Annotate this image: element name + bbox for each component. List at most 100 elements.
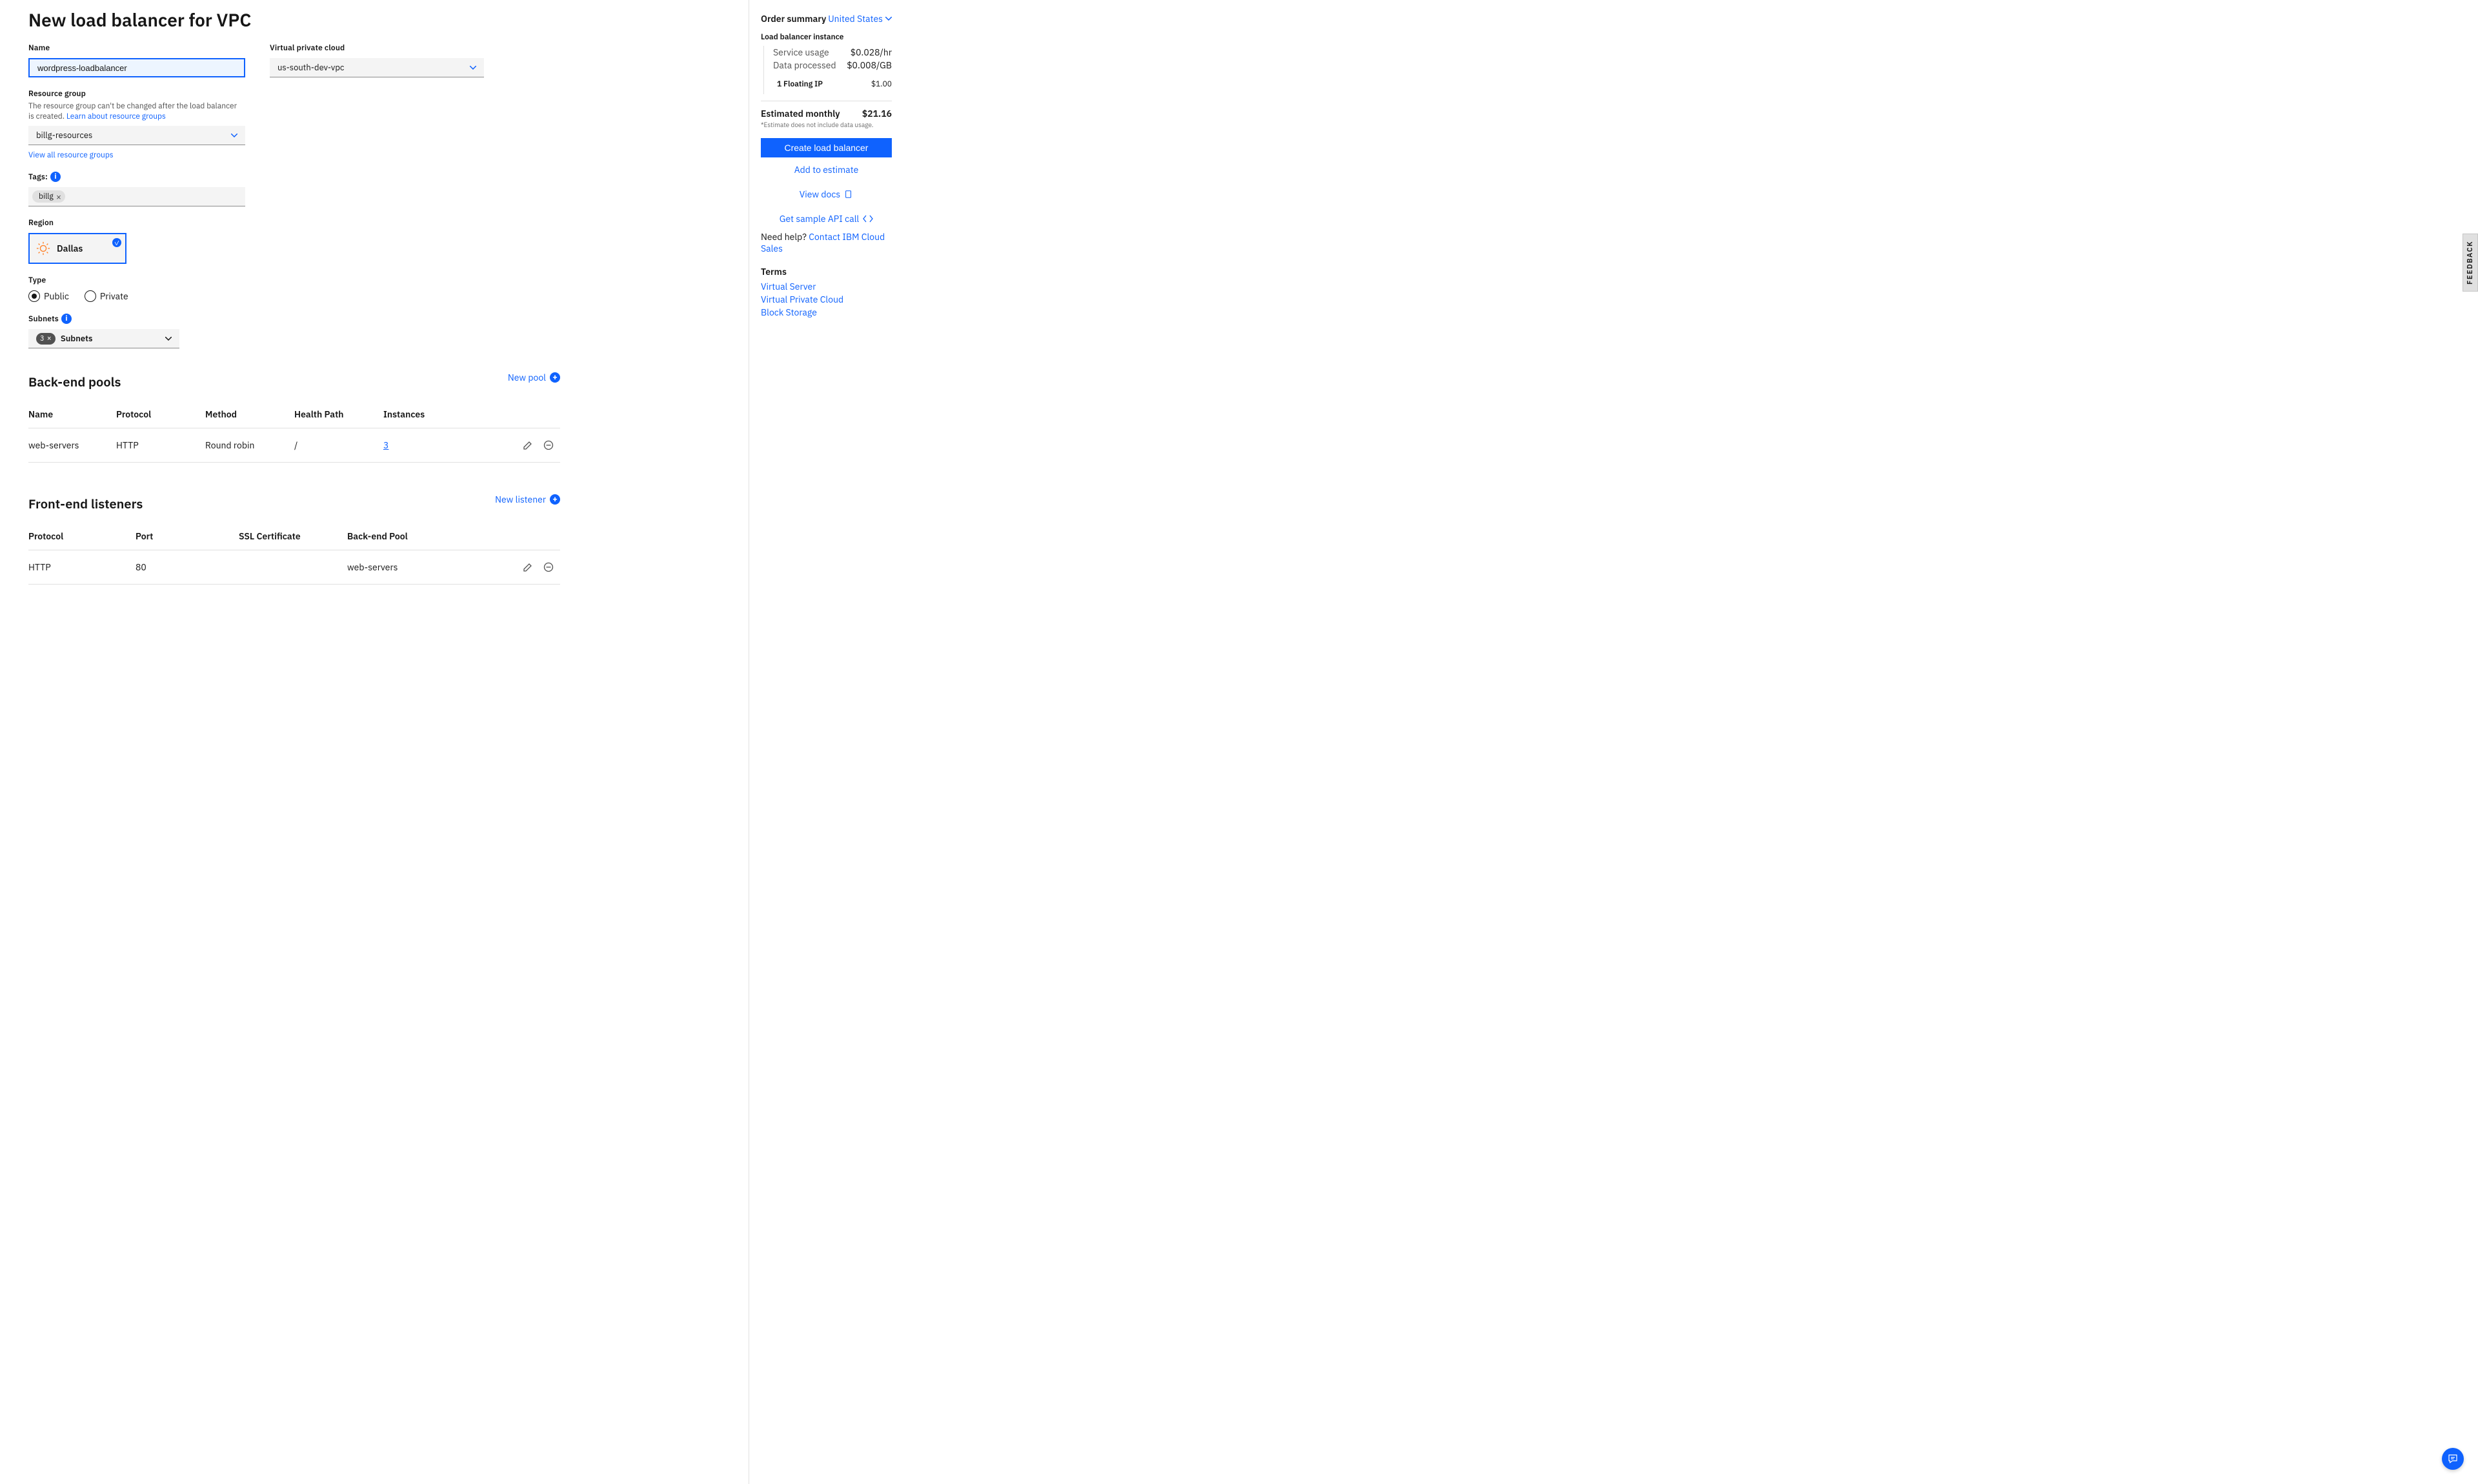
backend-title: Back-end pools [28,373,121,390]
plus-icon: + [550,372,560,383]
chat-icon [2447,1453,2459,1465]
cell-health: / [294,428,383,463]
create-button[interactable]: Create load balancer [761,138,892,157]
col-port: Port [136,523,239,550]
tags-label: Tags: [28,172,48,182]
code-icon [863,215,873,223]
frontend-table: Protocol Port SSL Certificate Back-end P… [28,523,560,585]
vpc-label: Virtual private cloud [270,43,484,53]
info-icon[interactable]: i [50,172,61,182]
fip-value: $1.00 [871,79,892,89]
frontend-title: Front-end listeners [28,495,143,512]
type-private-label: Private [100,290,128,302]
terms-link-block[interactable]: Block Storage [761,306,892,319]
region-value: Dallas [57,243,83,254]
fip-label: 1 Floating IP [777,79,823,89]
subnets-label: Subnets [28,314,59,324]
page-title: New load balancer for VPC [28,8,720,32]
info-icon[interactable]: i [61,314,72,324]
cell-protocol: HTTP [28,550,136,585]
summary-region-value: United States [828,13,883,25]
data-label: Data processed [764,59,836,71]
cell-protocol: HTTP [116,428,205,463]
edit-icon[interactable] [521,561,534,574]
est-value: $21.16 [862,108,892,119]
summary-region-select[interactable]: United States [828,13,892,25]
name-input[interactable] [28,58,245,77]
rg-learn-link[interactable]: Learn about resource groups [66,112,166,121]
summary-instance-h: Load balancer instance [761,32,892,42]
plus-icon: + [550,494,560,505]
subnets-count: 3 [40,334,45,343]
remove-icon[interactable] [542,439,555,452]
vpc-select[interactable]: us-south-dev-vpc [270,58,484,77]
type-label: Type [28,276,720,285]
chat-fab[interactable] [2442,1448,2464,1470]
subnets-select[interactable]: 3 × Subnets [28,329,179,348]
rg-viewall-link[interactable]: View all resource groups [28,150,245,160]
est-label: Estimated monthly [761,108,840,119]
region-tile-dallas[interactable]: ✓ Dallas [28,233,126,264]
col-protocol: Protocol [28,523,136,550]
new-pool-button[interactable]: New pool + [508,372,560,383]
col-protocol: Protocol [116,401,205,428]
rg-value: billg-resources [36,130,92,141]
document-icon [844,190,853,199]
est-note: *Estimate does not include data usage. [761,121,892,129]
col-pool: Back-end Pool [347,523,493,550]
terms-link-vpc[interactable]: Virtual Private Cloud [761,293,892,306]
sample-api-label: Get sample API call [780,213,860,225]
type-radio-public[interactable]: Public [28,290,69,302]
cell-ssl [239,550,347,585]
chevron-down-icon [470,66,476,70]
vpc-value: us-south-dev-vpc [277,62,344,73]
cell-name: web-servers [28,428,116,463]
cell-method: Round robin [205,428,294,463]
cell-port: 80 [136,550,239,585]
sample-api-link[interactable]: Get sample API call [761,206,892,231]
usage-label: Service usage [764,46,829,58]
name-label: Name [28,43,245,53]
summary-title: Order summary [761,13,826,25]
usage-value: $0.028/hr [851,46,892,58]
order-summary-panel: Order summary United States Load balance… [749,0,903,1484]
terms-heading: Terms [761,266,892,277]
tag-chip-label: billg [39,192,54,201]
type-radio-private[interactable]: Private [85,290,128,302]
rg-label: Resource group [28,89,245,99]
rg-select[interactable]: billg-resources [28,126,245,145]
checkmark-icon: ✓ [112,238,121,247]
col-instances: Instances [383,401,493,428]
feedback-tab[interactable]: FEEDBACK [2463,234,2478,292]
region-icon [36,241,50,256]
view-docs-label: View docs [800,188,841,200]
backend-table: Name Protocol Method Health Path Instanc… [28,401,560,463]
col-health: Health Path [294,401,383,428]
close-icon[interactable]: × [47,334,52,343]
subnets-text: Subnets [61,333,93,344]
view-docs-link[interactable]: View docs [761,182,892,206]
add-estimate-link[interactable]: Add to estimate [761,157,892,182]
help-q: Need help? [761,231,809,243]
close-icon[interactable]: × [56,192,61,201]
cell-instances-link[interactable]: 3 [383,439,388,451]
region-label: Region [28,218,720,228]
cell-pool: web-servers [347,550,493,585]
new-listener-label: New listener [495,494,546,505]
col-method: Method [205,401,294,428]
col-name: Name [28,401,116,428]
type-public-label: Public [44,290,69,302]
remove-icon[interactable] [542,561,555,574]
chevron-down-icon [165,337,172,341]
tags-input[interactable]: billg × [28,187,245,206]
new-pool-label: New pool [508,372,546,383]
edit-icon[interactable] [521,439,534,452]
terms-link-vs[interactable]: Virtual Server [761,280,892,293]
chevron-down-icon [885,17,892,21]
col-ssl: SSL Certificate [239,523,347,550]
chevron-down-icon [231,134,237,137]
new-listener-button[interactable]: New listener + [495,494,560,505]
table-row: web-servers HTTP Round robin / 3 [28,428,560,463]
table-row: HTTP 80 web-servers [28,550,560,585]
subnets-count-pill: 3 × [36,333,55,345]
